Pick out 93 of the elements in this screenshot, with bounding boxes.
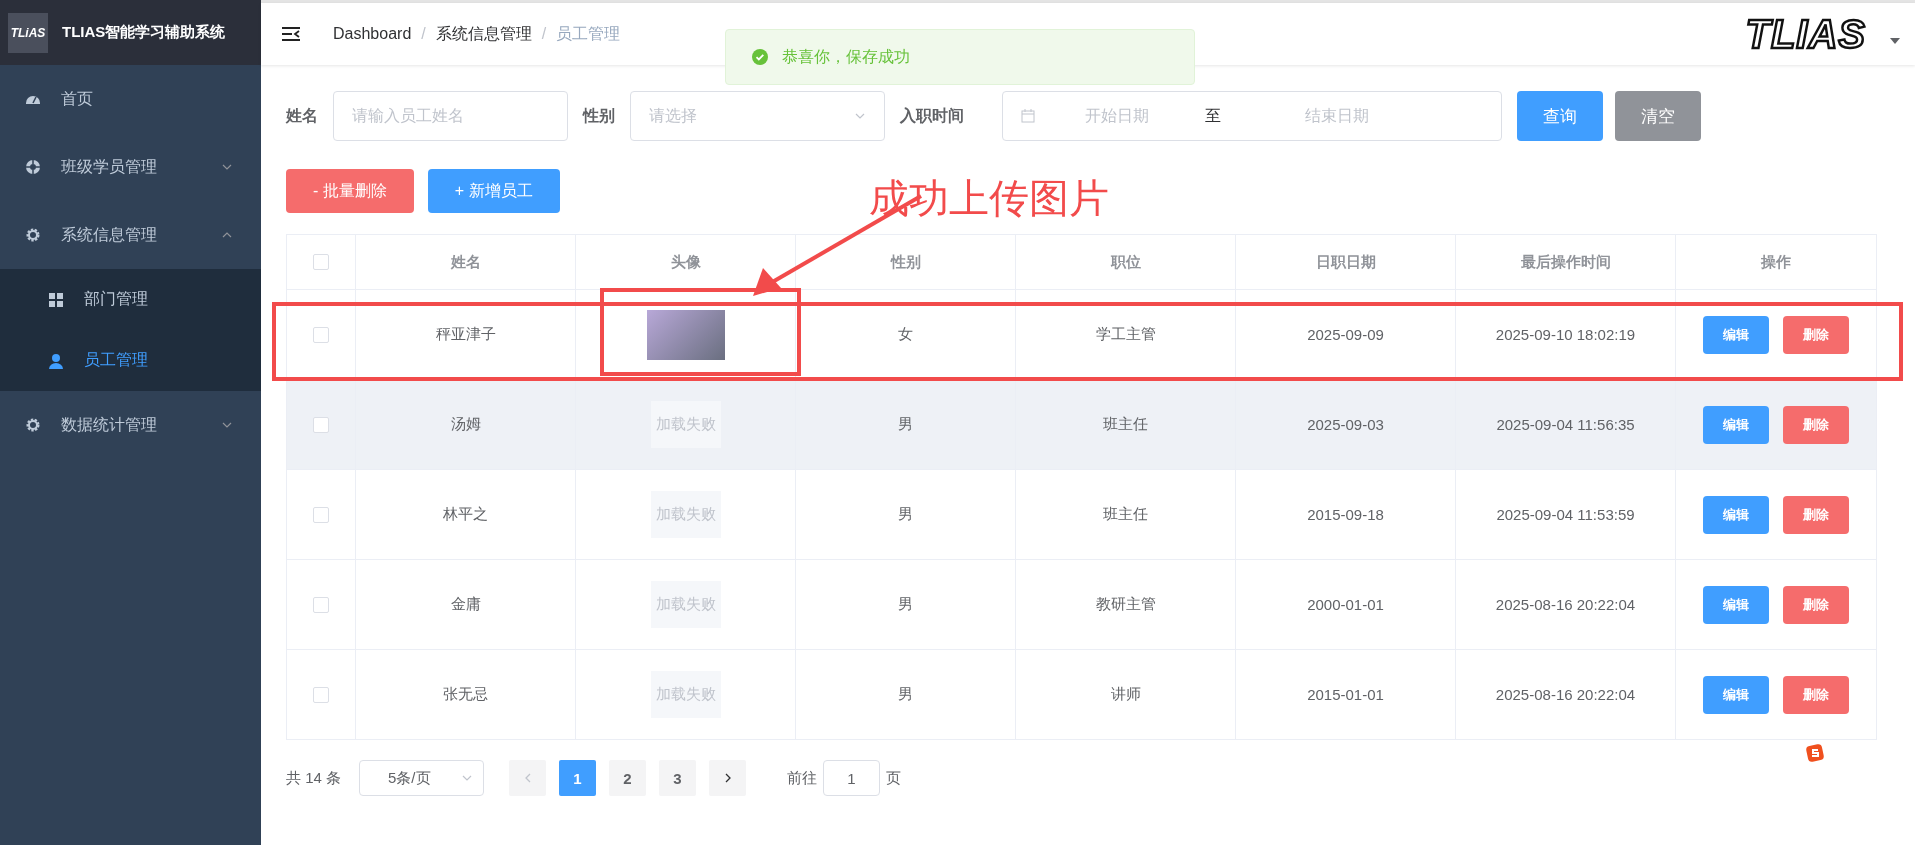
check-circle-icon (752, 49, 768, 65)
menu-item[interactable]: 系统信息管理 (0, 201, 261, 269)
breadcrumb-separator: / (421, 25, 426, 43)
search-button[interactable]: 查询 (1517, 91, 1603, 141)
edit-button[interactable]: 编辑 (1703, 585, 1769, 624)
lifebuoy-icon (25, 159, 41, 175)
edit-button[interactable]: 编辑 (1703, 675, 1769, 714)
previous-page-button[interactable] (509, 760, 547, 796)
select-all-checkbox[interactable] (313, 254, 329, 270)
gear-icon (25, 417, 41, 433)
submenu-item[interactable]: 部门管理 (0, 269, 261, 330)
table-cell: 2025-09-03 (1236, 380, 1456, 469)
column-header: 操作 (1760, 251, 1792, 272)
breadcrumb-separator: / (541, 25, 547, 43)
table-cell: 男 (796, 560, 1016, 649)
table-cell: 2025-08-16 20:22:04 (1456, 650, 1676, 739)
table-cell: 2025-08-16 20:22:04 (1456, 560, 1676, 649)
page-button[interactable]: 3 (659, 760, 697, 796)
table-cell: 金庸 (356, 560, 576, 649)
annotation-text: 成功上传图片 (869, 175, 1109, 222)
table-cell: 班主任 (1016, 470, 1236, 559)
table-cell: 班主任 (1016, 380, 1236, 469)
next-page-button[interactable] (709, 760, 747, 796)
gender-select[interactable]: 请选择 (630, 91, 885, 141)
edit-button[interactable]: 编辑 (1703, 315, 1769, 354)
toast-message: 恭喜你，保存成功 (782, 46, 910, 67)
gear-icon (25, 227, 41, 243)
row-checkbox[interactable] (313, 506, 329, 523)
table-cell: 汤姆 (356, 380, 576, 469)
date-range-picker[interactable]: 开始日期 至 结束日期 (1002, 91, 1502, 141)
row-checkbox[interactable] (313, 686, 329, 703)
name-input[interactable]: 请输入员工姓名 (333, 91, 568, 141)
page-unit-label: 页 (886, 768, 902, 788)
app-title: TLIAS智能学习辅助系统 (62, 23, 226, 42)
breadcrumb-item[interactable]: 系统信息管理 (435, 23, 532, 45)
field-label: 性别 (583, 105, 615, 126)
column-header: 日职日期 (1236, 235, 1456, 289)
row-checkbox[interactable] (313, 596, 329, 613)
delete-button[interactable]: 删除 (1783, 405, 1849, 444)
table-cell: 2015-09-18 (1236, 470, 1456, 559)
column-header: 最后操作时间 (1456, 235, 1676, 289)
table-cell: 2025-09-04 11:53:59 (1456, 470, 1676, 559)
logo-badge: TLiAS (8, 12, 48, 53)
edit-button[interactable]: 编辑 (1703, 405, 1769, 444)
delete-button[interactable]: 删除 (1783, 585, 1849, 624)
table-cell: 2025-09-04 11:56:35 (1456, 380, 1676, 469)
table-cell: 秤亚津子 (356, 290, 576, 379)
column-header: 职位 (1016, 235, 1236, 289)
table-cell: 男 (796, 380, 1016, 469)
input-method-icon[interactable] (1805, 743, 1825, 763)
goto-label: 前往 (787, 768, 818, 788)
user-icon (48, 352, 64, 369)
grid-icon (48, 291, 64, 308)
add-employee-button[interactable]: + 新增员工 (427, 169, 560, 213)
menu-item[interactable]: 数据统计管理 (0, 391, 261, 459)
table-cell: 2025-09-10 18:02:19 (1456, 290, 1676, 379)
caret-icon[interactable] (1890, 38, 1900, 44)
delete-button[interactable]: 删除 (1783, 495, 1849, 534)
table-cell: 女 (796, 290, 1016, 379)
table-cell: 2025-09-09 (1236, 290, 1456, 379)
column-header: 性别 (796, 235, 1016, 289)
row-checkbox[interactable] (313, 326, 329, 343)
page-button[interactable]: 1 (559, 760, 597, 796)
table-cell: 男 (796, 470, 1016, 559)
edit-button[interactable]: 编辑 (1703, 495, 1769, 534)
table-cell: 学工主管 (1016, 290, 1236, 379)
clear-button[interactable]: 清空 (1615, 91, 1701, 141)
batch-delete-button[interactable]: - 批量删除 (286, 169, 414, 213)
submenu-item[interactable]: 员工管理 (0, 330, 261, 391)
delete-button[interactable]: 删除 (1783, 675, 1849, 714)
table-cell: 教研主管 (1016, 560, 1236, 649)
logo-text: TLIAS (1745, 11, 1866, 57)
field-label: 入职时间 (900, 105, 964, 126)
delete-button[interactable]: 删除 (1783, 315, 1849, 354)
total-count: 共 14 条 (286, 768, 342, 788)
goto-page-input[interactable]: 1 (823, 760, 881, 796)
table-cell: 男 (796, 650, 1016, 739)
table-cell: 2015-01-01 (1236, 650, 1456, 739)
table-cell: 2000-01-01 (1236, 560, 1456, 649)
calendar-icon (1021, 109, 1035, 123)
menu-item[interactable]: 班级学员管理 (0, 133, 261, 201)
table-cell: 林平之 (356, 470, 576, 559)
field-label: 姓名 (286, 105, 318, 126)
breadcrumb-item: 员工管理 (556, 23, 621, 44)
row-checkbox[interactable] (313, 416, 329, 433)
menu-icon[interactable] (281, 26, 301, 42)
page-size-select[interactable]: 5条/页 (359, 760, 485, 796)
table-cell: 张无忌 (356, 650, 576, 739)
page-button[interactable]: 2 (609, 760, 647, 796)
table-cell: 讲师 (1016, 650, 1236, 739)
menu-item[interactable]: 首页 (0, 65, 261, 133)
breadcrumb-item[interactable]: Dashboard (333, 25, 412, 43)
column-header: 姓名 (356, 235, 576, 289)
